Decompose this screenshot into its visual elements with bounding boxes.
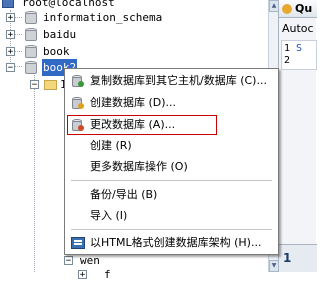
html-schema-icon bbox=[71, 237, 85, 249]
menu-item-backup-export[interactable]: 备份/导出 (B) bbox=[65, 184, 278, 206]
tree-item-partial[interactable]: + f bbox=[0, 266, 268, 283]
tree-db-baidu[interactable]: + baidu bbox=[0, 26, 268, 43]
query-icon bbox=[282, 4, 292, 14]
menu-item-import[interactable]: 导入 (I) bbox=[65, 205, 278, 227]
line-number: 2 bbox=[284, 55, 291, 66]
menu-separator bbox=[71, 229, 272, 230]
menu-item-html-schema[interactable]: 以HTML格式创建数据库架构 (H)... bbox=[65, 232, 278, 254]
menu-item-create-database[interactable]: 创建数据库 (D)... bbox=[65, 92, 278, 114]
expand-icon[interactable]: + bbox=[78, 270, 87, 280]
create-db-icon bbox=[71, 96, 85, 110]
collapse-icon[interactable]: − bbox=[30, 80, 39, 90]
database-icon bbox=[25, 45, 37, 58]
query-tab[interactable]: Qu bbox=[279, 0, 317, 18]
db-label: information_schema bbox=[43, 11, 163, 24]
query-text-snippet: S bbox=[296, 43, 303, 54]
db-label: book bbox=[43, 45, 70, 58]
copy-db-icon bbox=[71, 74, 85, 88]
expand-icon[interactable]: + bbox=[6, 47, 15, 57]
autocomplete-label: Autoc bbox=[282, 22, 314, 35]
tree-db-information-schema[interactable]: + information_schema bbox=[0, 9, 268, 26]
menu-item-label: 备份/导出 (B) bbox=[90, 188, 158, 201]
menu-item-copy-database[interactable]: 复制数据库到其它主机/数据库 (C)... bbox=[65, 70, 278, 92]
menu-item-label: 创建 (R) bbox=[90, 139, 132, 152]
collapse-icon[interactable]: − bbox=[64, 256, 73, 266]
alter-db-icon bbox=[71, 118, 85, 132]
menu-item-label: 创建数据库 (D)... bbox=[90, 96, 177, 109]
collapse-icon[interactable]: − bbox=[6, 63, 15, 73]
query-editor[interactable]: 1 2 S bbox=[281, 40, 317, 70]
line-number: 1 bbox=[284, 43, 291, 54]
partial-label: f bbox=[104, 268, 111, 281]
menu-item-create[interactable]: 创建 (R) bbox=[65, 135, 278, 157]
tree-db-book[interactable]: + book bbox=[0, 43, 268, 60]
tree-connector bbox=[34, 72, 35, 272]
menu-separator bbox=[71, 180, 272, 181]
menu-item-label: 以HTML格式创建数据库架构 (H)... bbox=[90, 236, 262, 249]
database-icon bbox=[25, 61, 37, 74]
database-icon bbox=[25, 28, 37, 41]
query-panel: Qu Autoc 1 2 S 1 bbox=[278, 0, 317, 272]
expand-icon[interactable]: + bbox=[6, 30, 15, 40]
database-icon bbox=[25, 11, 37, 24]
menu-item-label: 导入 (I) bbox=[90, 209, 128, 222]
context-menu: 复制数据库到其它主机/数据库 (C)... 创建数据库 (D)... 更改数据库… bbox=[64, 68, 279, 255]
menu-item-label: 更改数据库 (A)... bbox=[90, 118, 176, 131]
result-tab-strip: 1 bbox=[279, 244, 317, 272]
db-label: baidu bbox=[43, 28, 77, 41]
query-tab-label: Qu bbox=[295, 2, 313, 15]
menu-item-more-operations[interactable]: 更多数据库操作 (O) bbox=[65, 156, 278, 178]
expand-icon[interactable]: + bbox=[6, 13, 15, 23]
server-icon bbox=[2, 0, 14, 8]
menu-item-label: 更多数据库操作 (O) bbox=[90, 160, 188, 173]
menu-item-label: 复制数据库到其它主机/数据库 (C)... bbox=[90, 74, 267, 87]
menu-item-alter-database[interactable]: 更改数据库 (A)... bbox=[65, 114, 278, 136]
result-tab-number[interactable]: 1 bbox=[283, 251, 291, 265]
folder-icon bbox=[44, 80, 57, 90]
